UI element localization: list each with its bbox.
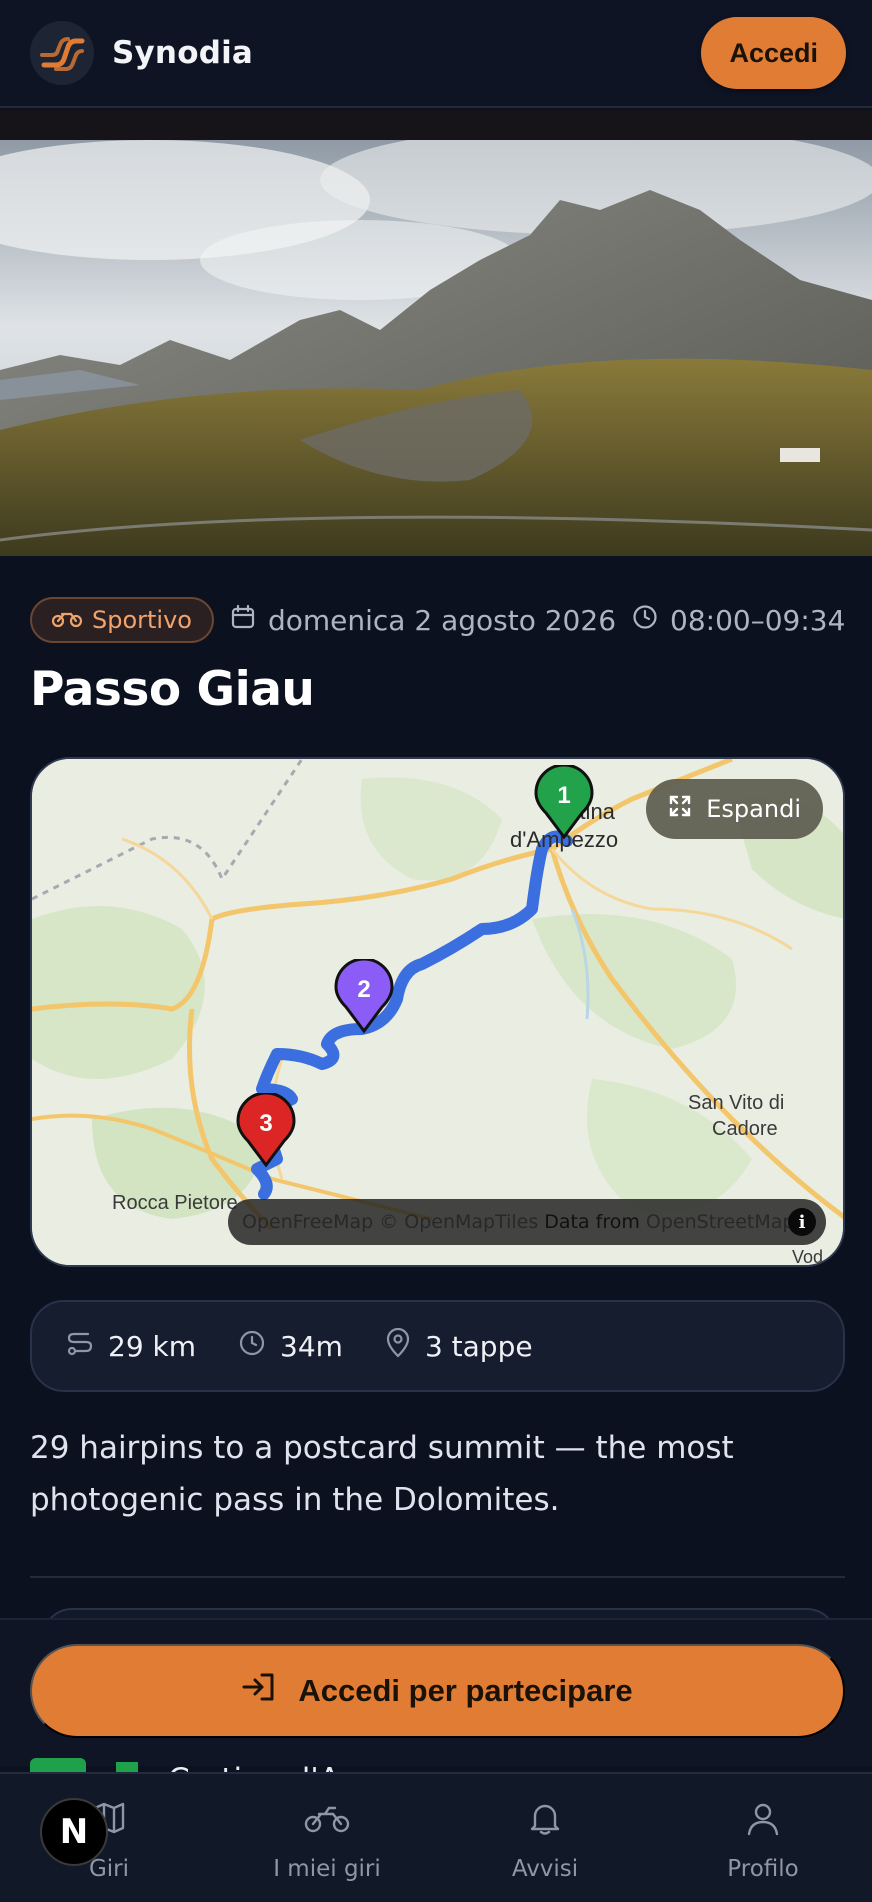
map-pin-icon <box>385 1327 411 1365</box>
nav-label-alerts: Avvisi <box>511 1856 579 1882</box>
route-map[interactable]: Cortina d'Ampezzo San Vito di Cadore Roc… <box>30 757 845 1267</box>
clock-icon <box>238 1329 266 1364</box>
app-header: Synodia Accedi <box>0 0 872 108</box>
duration-value: 34m <box>280 1329 343 1363</box>
logo-icon <box>30 21 94 85</box>
marker-start[interactable]: 1 <box>532 765 596 841</box>
category-label: Sportivo <box>92 606 192 634</box>
bell-icon <box>527 1800 563 1842</box>
expand-icon <box>668 794 692 824</box>
join-button[interactable]: Accedi per partecipare <box>30 1644 845 1738</box>
distance-value: 29 km <box>108 1329 197 1363</box>
nav-label-my-rides: I miei giri <box>273 1856 381 1882</box>
hero-image <box>0 140 872 556</box>
motorcycle-icon <box>51 606 83 634</box>
svg-text:2: 2 <box>357 976 370 1003</box>
nav-item-my-rides[interactable]: I miei giri <box>218 1774 436 1902</box>
route-icon <box>66 1329 94 1364</box>
dev-tools-badge[interactable]: N <box>40 1798 108 1866</box>
tour-time: 08:00–09:34 <box>670 603 846 637</box>
map-label-cadore: Cadore <box>712 1118 778 1140</box>
nav-item-profile[interactable]: Profilo <box>654 1774 872 1902</box>
svg-text:1: 1 <box>557 782 570 809</box>
map-label-rocca-pietore: Rocca Pietore <box>112 1192 238 1214</box>
map-label-san-vito: San Vito di <box>688 1092 784 1114</box>
stat-distance: 29 km <box>66 1329 196 1364</box>
nav-item-giri[interactable]: Giri <box>0 1774 218 1902</box>
tour-date: domenica 2 agosto 2026 <box>267 603 617 637</box>
calendar-icon <box>230 604 256 637</box>
route-stats: 29 km 34m 3 tappe <box>30 1300 845 1392</box>
motorcycle-icon <box>303 1800 351 1842</box>
marker-end[interactable]: 3 <box>234 1093 298 1169</box>
nav-label-profile: Profilo <box>727 1856 799 1882</box>
attribution-tiles[interactable]: OpenFreeMap © OpenMapTiles <box>242 1211 538 1233</box>
user-icon <box>745 1800 781 1842</box>
expand-label: Espandi <box>706 795 801 823</box>
stat-stops: 3 tappe <box>385 1327 533 1365</box>
clock-icon <box>632 604 658 637</box>
tour-meta: Sportivo domenica 2 agosto 2026 08:00–09… <box>30 596 850 644</box>
expand-map-button[interactable]: Espandi <box>646 779 823 839</box>
bottom-nav: Giri I miei giri Avvisi Profilo <box>0 1772 872 1902</box>
attribution-osm[interactable]: OpenStreetMap <box>646 1211 795 1233</box>
header-strip <box>0 110 872 140</box>
nav-label-giri: Giri <box>88 1856 130 1882</box>
category-badge: Sportivo <box>30 597 214 643</box>
attribution-data-from: Data from <box>544 1211 640 1233</box>
section-divider <box>30 1576 845 1578</box>
stops-value: 3 tappe <box>424 1329 533 1363</box>
date-meta: domenica 2 agosto 2026 <box>230 604 616 637</box>
tour-title: Passo Giau <box>30 662 315 717</box>
stat-duration: 34m <box>238 1329 343 1364</box>
brand[interactable]: Synodia <box>30 21 253 85</box>
svg-text:3: 3 <box>259 1110 272 1137</box>
tour-description: 29 hairpins to a postcard summit — the m… <box>30 1430 734 1518</box>
map-label-vod: Vod <box>792 1247 823 1267</box>
info-icon[interactable]: i <box>788 1208 816 1236</box>
join-button-label: Accedi per partecipare <box>298 1673 633 1708</box>
login-arrow-icon <box>242 1672 276 1710</box>
login-button[interactable]: Accedi <box>701 17 846 89</box>
marker-waypoint[interactable]: 2 <box>332 959 396 1035</box>
nav-item-alerts[interactable]: Avvisi <box>436 1774 654 1902</box>
brand-name: Synodia <box>112 35 254 71</box>
time-meta: 08:00–09:34 <box>632 604 845 637</box>
map-attribution: OpenFreeMap © OpenMapTiles Data from Ope… <box>228 1199 826 1245</box>
